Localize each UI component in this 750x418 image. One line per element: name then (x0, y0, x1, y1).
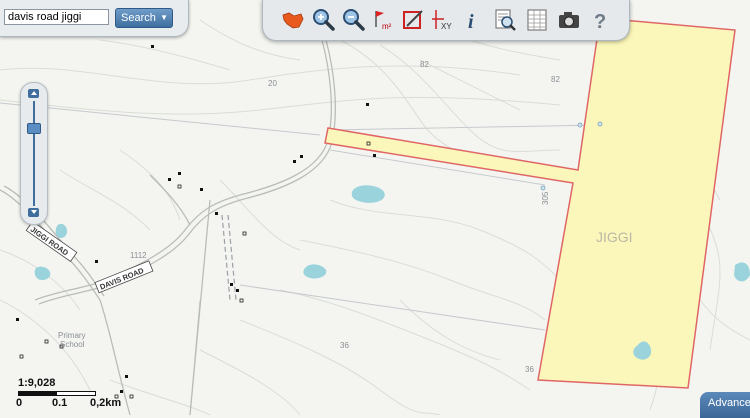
spot-height: 36 (525, 365, 534, 374)
camera-icon[interactable] (556, 7, 582, 33)
svg-text:m²: m² (382, 22, 392, 31)
advanced-button[interactable]: Advanced (700, 392, 750, 418)
scale-bar (18, 391, 96, 396)
scale-tick-label: 0.1 (52, 397, 68, 409)
scale-tick-label: 0 (16, 397, 23, 409)
zoom-thumb[interactable] (27, 123, 41, 134)
search-panel: Search ▼ (0, 0, 189, 37)
spot-height: 305 (541, 191, 550, 205)
zoom-out-button[interactable] (28, 208, 39, 217)
print-preview-icon[interactable] (492, 7, 518, 33)
info-icon[interactable]: i (460, 7, 486, 33)
scale-ratio: 1:9,028 (18, 377, 56, 389)
spot-height: 36 (340, 341, 349, 350)
chevron-down-icon: ▼ (160, 13, 168, 22)
table-icon[interactable] (524, 7, 550, 33)
zoom-out-icon[interactable] (340, 7, 366, 33)
spot-height: 82 (420, 60, 429, 69)
svg-text:i: i (468, 11, 474, 33)
help-icon[interactable]: ? (588, 7, 614, 33)
spot-height: 1112 (130, 251, 147, 260)
zoom-in-button[interactable] (28, 89, 39, 98)
spot-height: 82 (551, 75, 560, 84)
basemap-icon[interactable] (280, 7, 306, 33)
zoom-slider (20, 82, 48, 225)
school-label-line1: Primary (58, 331, 86, 340)
scale-tick-label: 0,2km (90, 397, 122, 409)
map-toolbar: m² XY i ? (262, 0, 630, 41)
svg-text:?: ? (594, 11, 606, 33)
measure-area-icon[interactable]: m² (370, 7, 396, 33)
spot-height: 20 (268, 79, 277, 88)
zoom-track[interactable] (33, 101, 35, 206)
measure-length-icon[interactable] (400, 7, 426, 33)
search-input[interactable] (4, 9, 109, 25)
xy-coordinate-icon[interactable]: XY (430, 7, 456, 33)
school-label-line2: School (60, 340, 85, 349)
search-button[interactable]: Search ▼ (115, 8, 173, 28)
place-label-jiggi: JIGGI (596, 229, 633, 245)
search-button-label: Search (121, 12, 156, 24)
svg-text:XY: XY (441, 22, 452, 31)
zoom-in-icon[interactable] (310, 7, 336, 33)
map-canvas[interactable]: JIGGI JIGGI ROAD DAVIS ROAD Primary Scho… (0, 0, 750, 415)
